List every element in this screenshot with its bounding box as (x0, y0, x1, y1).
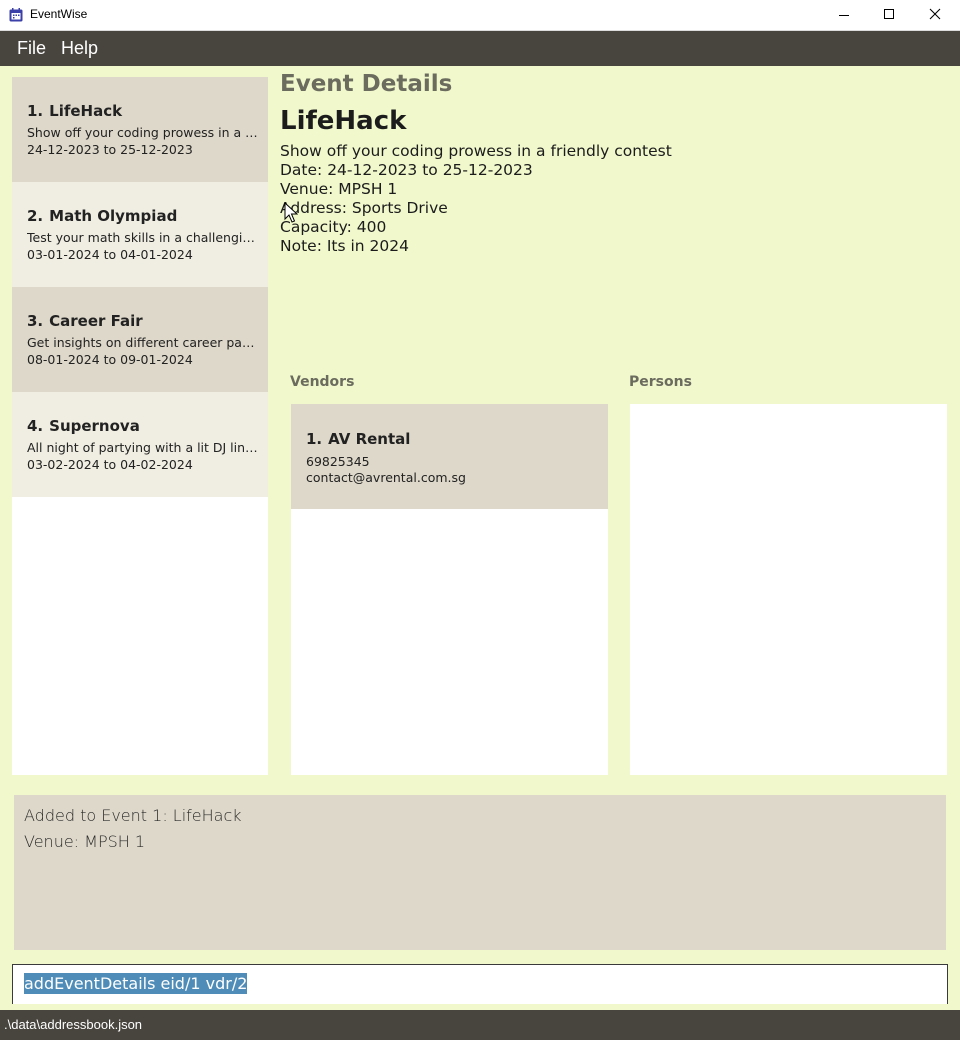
vendor-index: 1. (306, 430, 323, 448)
event-card[interactable]: 2. Math Olympiad Test your math skills in… (12, 182, 268, 287)
event-description: Show off your coding prowess in a friend… (27, 125, 259, 140)
event-card[interactable]: 3. Career Fair Get insights on different … (12, 287, 268, 392)
event-card-title: 2. Math Olympiad (27, 207, 268, 225)
maximize-button[interactable] (867, 0, 913, 30)
calendar-app-icon (9, 8, 23, 22)
persons-label: Persons (629, 374, 692, 390)
event-details-header: Event Details (280, 71, 453, 97)
menu-help[interactable]: Help (61, 38, 98, 59)
event-description: Test your math skills in a challenging c… (27, 230, 259, 245)
vendor-email: contact@avrental.com.sg (306, 470, 466, 485)
event-card[interactable]: 4. Supernova All night of partying with a… (12, 392, 268, 497)
vendor-card-title: 1. AV Rental (306, 430, 608, 448)
event-description: Get insights on different career paths (27, 335, 259, 350)
command-input[interactable]: addEventDetails eid/1 vdr/2 (12, 964, 948, 1004)
person-list[interactable] (630, 404, 947, 775)
vendor-phone: 69825345 (306, 454, 370, 469)
command-input-value: addEventDetails eid/1 vdr/2 (24, 973, 248, 994)
event-name: Supernova (49, 417, 140, 435)
event-dates: 03-01-2024 to 04-01-2024 (27, 247, 193, 262)
event-name: LifeHack (49, 102, 123, 120)
window-titlebar: EventWise (0, 0, 960, 31)
event-details-name: LifeHack (280, 106, 407, 136)
event-dates: 08-01-2024 to 09-01-2024 (27, 352, 193, 367)
status-bar: .\data\addressbook.json (0, 1010, 960, 1040)
minimize-icon (839, 15, 849, 16)
minimize-button[interactable] (822, 0, 868, 30)
event-index: 2. (27, 207, 44, 225)
mouse-pointer-icon (284, 202, 298, 223)
vendor-list[interactable]: 1. AV Rental 69825345 contact@avrental.co… (291, 404, 608, 775)
event-card[interactable]: 1. LifeHack Show off your coding prowess … (12, 77, 268, 182)
event-card-title: 4. Supernova (27, 417, 268, 435)
event-card-title: 1. LifeHack (27, 102, 268, 120)
close-button[interactable] (913, 0, 959, 30)
vendors-label: Vendors (290, 374, 355, 390)
event-index: 1. (27, 102, 44, 120)
event-details-description: Show off your coding prowess in a friend… (280, 142, 672, 160)
event-details-note: Note: Its in 2024 (280, 237, 409, 255)
event-details-capacity: Capacity: 400 (280, 218, 387, 236)
result-line: Added to Event 1: LifeHack (24, 806, 242, 825)
save-file-path: .\data\addressbook.json (4, 1017, 143, 1032)
maximize-icon (884, 9, 894, 19)
event-details-body: Show off your coding prowess in a friend… (280, 142, 672, 256)
event-name: Math Olympiad (49, 207, 178, 225)
close-icon (929, 8, 941, 20)
event-details-date: Date: 24-12-2023 to 25-12-2023 (280, 161, 533, 179)
result-display: Added to Event 1: LifeHack Venue: MPSH 1 (14, 795, 946, 950)
event-details-venue: Venue: MPSH 1 (280, 180, 398, 198)
menu-file[interactable]: File (17, 38, 46, 59)
vendor-name: AV Rental (328, 430, 411, 448)
menu-bar: File Help (0, 31, 960, 66)
event-index: 3. (27, 312, 44, 330)
window-title: EventWise (30, 7, 88, 21)
vendor-card[interactable]: 1. AV Rental 69825345 contact@avrental.co… (291, 404, 608, 509)
event-dates: 03-02-2024 to 04-02-2024 (27, 457, 193, 472)
event-dates: 24-12-2023 to 25-12-2023 (27, 142, 193, 157)
event-details-address: Address: Sports Drive (280, 199, 448, 217)
result-line: Venue: MPSH 1 (24, 832, 146, 851)
event-name: Career Fair (49, 312, 143, 330)
event-index: 4. (27, 417, 44, 435)
event-description: All night of partying with a lit DJ line… (27, 440, 259, 455)
event-card-title: 3. Career Fair (27, 312, 268, 330)
event-list[interactable]: 1. LifeHack Show off your coding prowess … (12, 77, 268, 775)
